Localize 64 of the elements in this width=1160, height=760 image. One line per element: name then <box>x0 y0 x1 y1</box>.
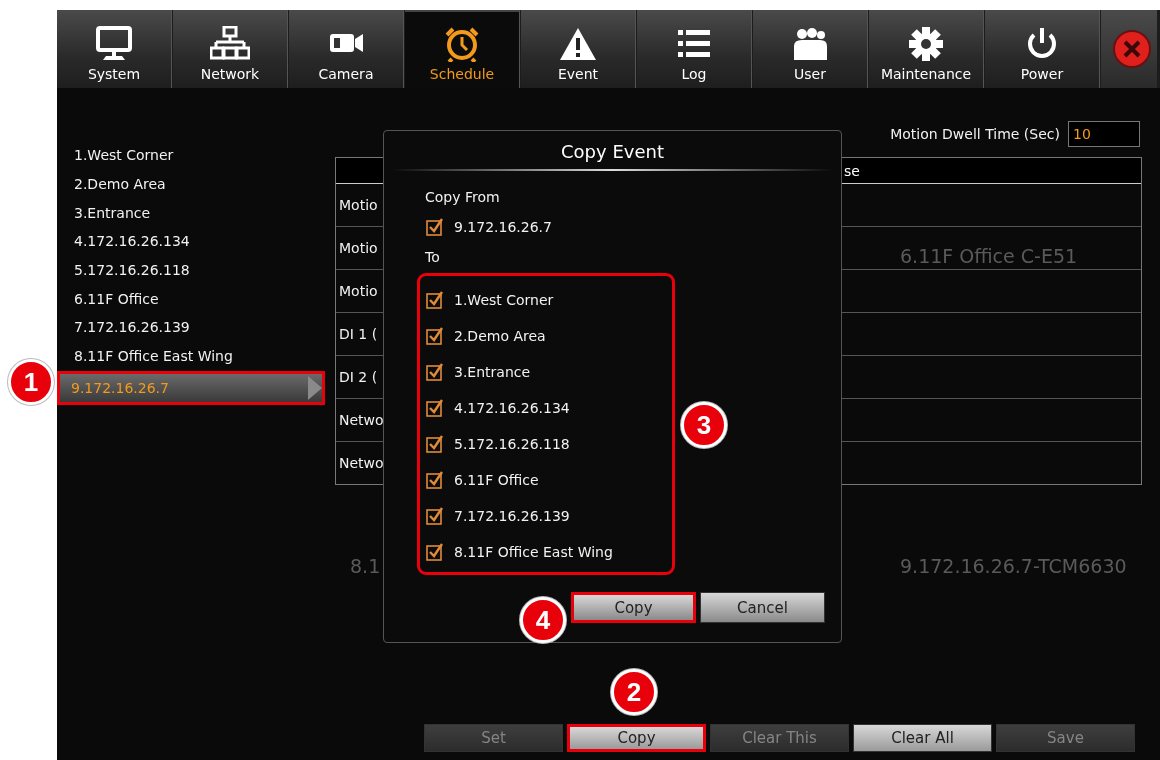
camera-name-label: 8.1 <box>350 555 381 577</box>
network-icon <box>210 26 250 62</box>
table-cell: DI 2 ( <box>339 369 378 385</box>
tab[interactable]: Log <box>637 10 752 88</box>
tab[interactable]: Schedule <box>405 10 520 88</box>
tab[interactable]: Network <box>173 10 288 88</box>
dialog-title: Copy Event <box>560 140 665 164</box>
checkbox-label: 9.172.16.26.7 <box>454 219 552 235</box>
camera-list-item[interactable]: 2.Demo Area <box>57 169 325 199</box>
checkbox-label: 3.Entrance <box>454 364 531 380</box>
checkbox-label: 2.Demo Area <box>454 328 546 344</box>
checkbox-label: 4.172.16.26.134 <box>454 400 570 416</box>
table-cell: Netwo <box>339 412 384 428</box>
tab[interactable]: User <box>753 10 868 88</box>
column-header: se <box>844 162 861 179</box>
camera-list-item[interactable]: 3.Entrance <box>57 198 325 228</box>
camera-list-item[interactable]: 4.172.16.26.134 <box>57 227 325 256</box>
camera-name-label: 9.172.16.26.7-TCM6630 <box>900 555 1127 577</box>
camera-list-item[interactable]: 1.West Corner <box>57 141 325 170</box>
section-label: To <box>425 249 440 265</box>
arrow-icon <box>308 375 322 400</box>
checked-checkbox[interactable] <box>426 399 444 417</box>
field-label: Motion Dwell Time (Sec) <box>890 126 1060 142</box>
tab[interactable]: Maintenance <box>869 10 984 88</box>
dwell-time-field[interactable]: 10 <box>1068 121 1140 147</box>
checked-checkbox[interactable] <box>426 291 444 309</box>
checkbox-label: 5.172.16.26.118 <box>454 436 570 452</box>
checked-checkbox[interactable] <box>426 327 444 345</box>
gear-icon <box>906 26 946 62</box>
action-button[interactable]: Clear All <box>853 724 992 752</box>
checkbox-label: 1.West Corner <box>454 292 554 308</box>
tab[interactable]: Event <box>521 10 636 88</box>
camera-list-item[interactable]: 9.172.16.26.7 <box>57 370 325 405</box>
tab[interactable]: Power <box>985 10 1100 88</box>
checkbox-label: 6.11F Office <box>454 472 539 488</box>
section-label: Copy From <box>425 189 500 205</box>
dialog-button[interactable]: Cancel <box>700 592 825 623</box>
tab[interactable]: System <box>57 10 172 88</box>
step-number-badge: 1 <box>8 359 54 405</box>
close-icon <box>1112 29 1152 69</box>
camera-list-item[interactable]: 7.172.16.26.139 <box>57 313 325 342</box>
table-cell: Motio <box>339 197 378 213</box>
dialog-button[interactable]: Copy <box>571 592 696 623</box>
action-button[interactable]: Copy <box>567 724 706 752</box>
checked-checkbox[interactable] <box>426 507 444 525</box>
monitor-icon <box>94 26 134 62</box>
checkbox-label: 8.11F Office East Wing <box>454 544 613 560</box>
table-cell: Motio <box>339 240 378 256</box>
checked-checkbox[interactable] <box>426 435 444 453</box>
table-cell: Netwo <box>339 455 384 471</box>
tab[interactable]: Camera <box>289 10 404 88</box>
checkbox-label: 7.172.16.26.139 <box>454 508 570 524</box>
camera-list-item[interactable]: 6.11F Office <box>57 284 325 314</box>
table-cell: DI 1 ( <box>339 326 378 342</box>
checked-checkbox[interactable] <box>426 471 444 489</box>
camera-list-item[interactable]: 5.172.16.26.118 <box>57 255 325 285</box>
checked-checkbox[interactable] <box>426 218 444 236</box>
checked-checkbox[interactable] <box>426 543 444 561</box>
checked-checkbox[interactable] <box>426 363 444 381</box>
camera-name-label: 6.11F Office C-E51 <box>900 245 1078 267</box>
warning-icon <box>558 26 598 62</box>
table-cell: Motio <box>339 283 378 299</box>
camera-list-item[interactable]: 8.11F Office East Wing <box>57 341 325 371</box>
close-button[interactable] <box>1101 10 1157 88</box>
